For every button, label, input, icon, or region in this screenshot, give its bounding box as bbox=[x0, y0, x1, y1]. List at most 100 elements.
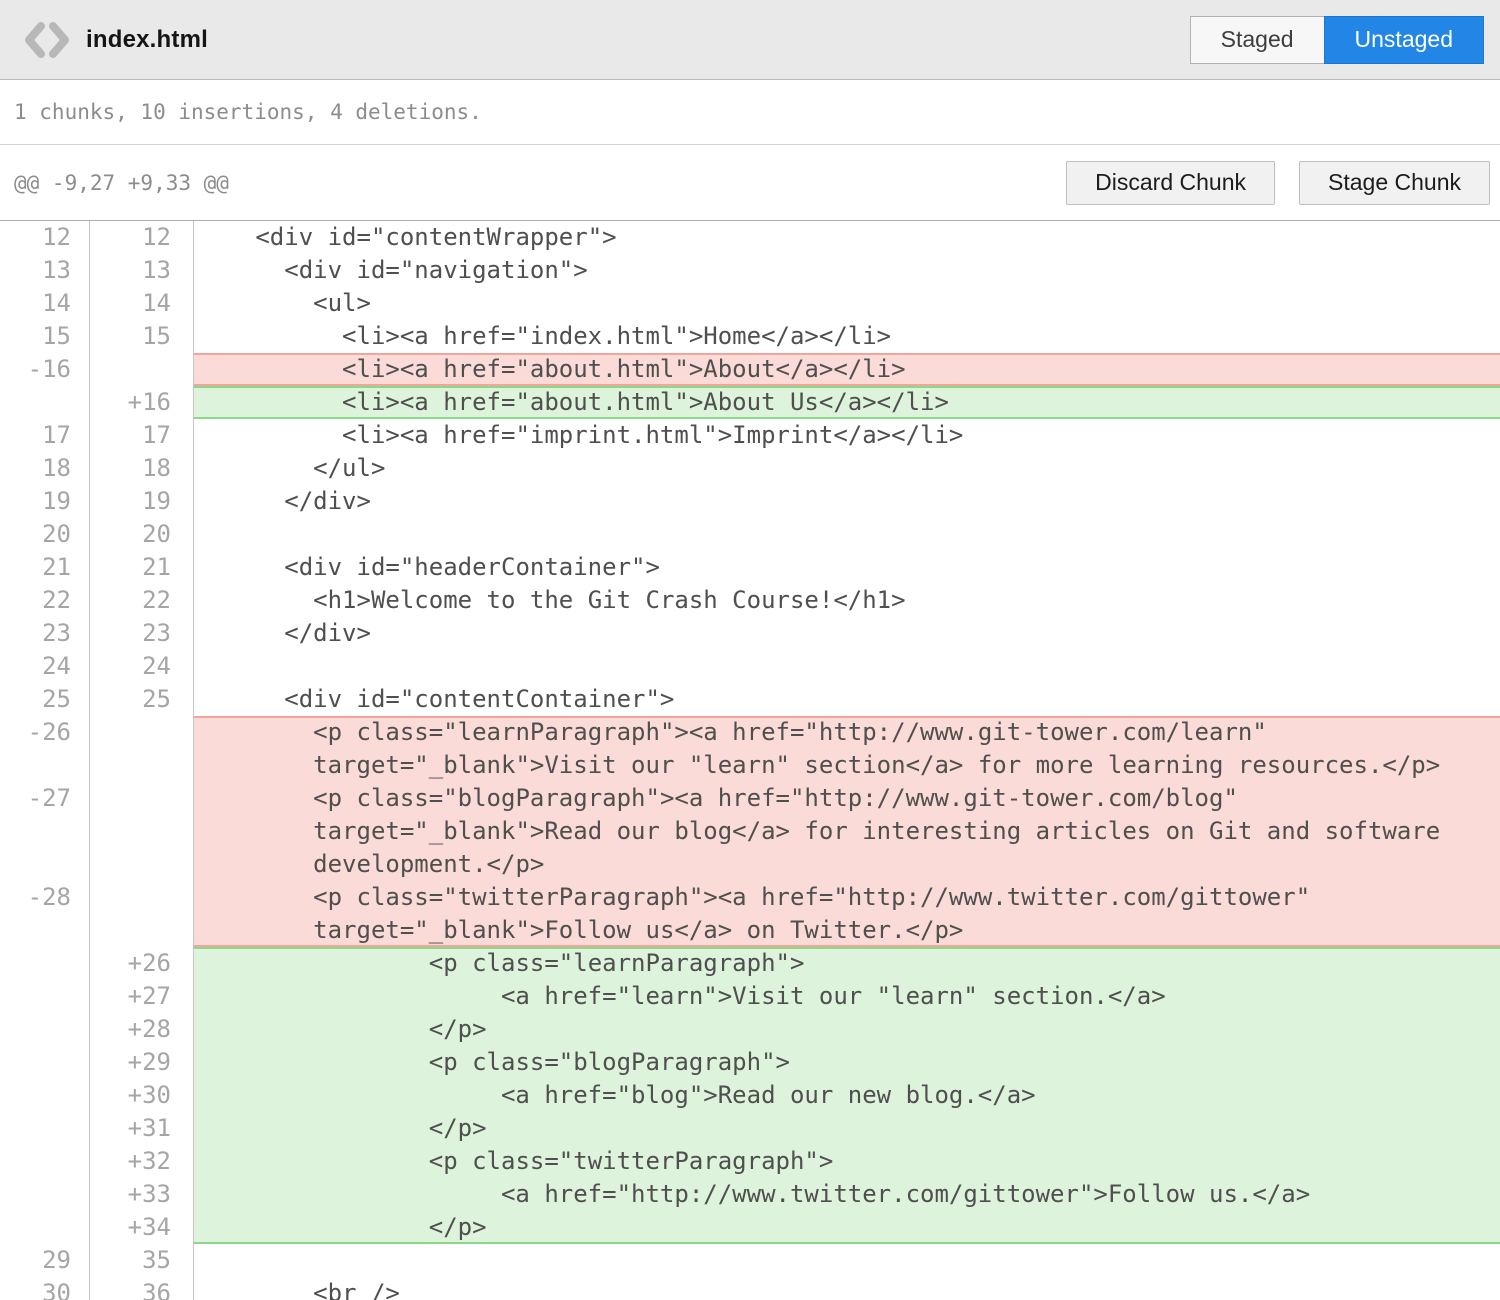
code-line: <p class="twitterParagraph"> bbox=[194, 1145, 1500, 1178]
code-line: <a href="learn">Visit our "learn" sectio… bbox=[194, 980, 1500, 1013]
new-line-number: 23 bbox=[90, 617, 194, 650]
diff-row[interactable]: 15 15 <li><a href="index.html">Home</a><… bbox=[0, 320, 1500, 353]
code-line: <p class="blogParagraph"><a href="http:/… bbox=[194, 782, 1500, 881]
diff-row[interactable]: 18 18 </ul> bbox=[0, 452, 1500, 485]
diff-row[interactable]: +27 <a href="learn">Visit our "learn" se… bbox=[0, 980, 1500, 1013]
old-line-number: 14 bbox=[0, 287, 90, 320]
diff-row[interactable]: +26 <p class="learnParagraph"> bbox=[0, 947, 1500, 980]
code-line bbox=[194, 1244, 1500, 1277]
diff-row[interactable]: -28 <p class="twitterParagraph"><a href=… bbox=[0, 881, 1500, 947]
diff-row[interactable]: +33 <a href="http://www.twitter.com/gitt… bbox=[0, 1178, 1500, 1211]
old-line-number: 18 bbox=[0, 452, 90, 485]
diff-row[interactable]: -27 <p class="blogParagraph"><a href="ht… bbox=[0, 782, 1500, 881]
diff-row[interactable]: -26 <p class="learnParagraph"><a href="h… bbox=[0, 716, 1500, 782]
new-line-number: 19 bbox=[90, 485, 194, 518]
diff-row[interactable]: 20 20 bbox=[0, 518, 1500, 551]
old-line-number: 30 bbox=[0, 1277, 90, 1300]
code-line: </p> bbox=[194, 1013, 1500, 1046]
code-line: <p class="learnParagraph"><a href="http:… bbox=[194, 716, 1500, 782]
old-line-number: 12 bbox=[0, 221, 90, 254]
tab-staged[interactable]: Staged bbox=[1190, 16, 1324, 64]
diff-row[interactable]: 24 24 bbox=[0, 650, 1500, 683]
chunk-header: @@ -9,27 +9,33 @@ Discard Chunk Stage Ch… bbox=[0, 145, 1500, 221]
diff-row[interactable]: +16 <li><a href="about.html">About Us</a… bbox=[0, 386, 1500, 419]
file-header: index.html Staged Unstaged bbox=[0, 0, 1500, 80]
new-line-number bbox=[90, 881, 194, 947]
new-line-number: 22 bbox=[90, 584, 194, 617]
code-line: <a href="http://www.twitter.com/gittower… bbox=[194, 1178, 1500, 1211]
diff-row[interactable]: 21 21 <div id="headerContainer"> bbox=[0, 551, 1500, 584]
diff-row[interactable]: 12 12 <div id="contentWrapper"> bbox=[0, 221, 1500, 254]
code-line: <p class="twitterParagraph"><a href="htt… bbox=[194, 881, 1500, 947]
code-line: <div id="headerContainer"> bbox=[194, 551, 1500, 584]
new-line-number: 25 bbox=[90, 683, 194, 716]
new-line-number: 20 bbox=[90, 518, 194, 551]
diff-row[interactable]: 19 19 </div> bbox=[0, 485, 1500, 518]
diff-row[interactable]: +31 </p> bbox=[0, 1112, 1500, 1145]
old-line-number bbox=[0, 1046, 90, 1079]
new-line-number: 13 bbox=[90, 254, 194, 287]
old-line-number bbox=[0, 1013, 90, 1046]
diff-row[interactable]: +29 <p class="blogParagraph"> bbox=[0, 1046, 1500, 1079]
new-line-number: +27 bbox=[90, 980, 194, 1013]
new-line-number: 14 bbox=[90, 287, 194, 320]
chunk-range-label: @@ -9,27 +9,33 @@ bbox=[14, 171, 229, 195]
new-line-number: +29 bbox=[90, 1046, 194, 1079]
new-line-number: +26 bbox=[90, 947, 194, 980]
old-line-number: 29 bbox=[0, 1244, 90, 1277]
diff-row[interactable]: 13 13 <div id="navigation"> bbox=[0, 254, 1500, 287]
old-line-number bbox=[0, 980, 90, 1013]
code-line: <br /> bbox=[194, 1277, 1500, 1300]
old-line-number bbox=[0, 1178, 90, 1211]
code-line: <li><a href="about.html">About Us</a></l… bbox=[194, 386, 1500, 419]
code-line: <li><a href="imprint.html">Imprint</a></… bbox=[194, 419, 1500, 452]
new-line-number: +32 bbox=[90, 1145, 194, 1178]
code-line: <a href="blog">Read our new blog.</a> bbox=[194, 1079, 1500, 1112]
old-line-number: 25 bbox=[0, 683, 90, 716]
code-line: <p class="learnParagraph"> bbox=[194, 947, 1500, 980]
old-line-number: -28 bbox=[0, 881, 90, 947]
diff-row[interactable]: +32 <p class="twitterParagraph"> bbox=[0, 1145, 1500, 1178]
old-line-number: 21 bbox=[0, 551, 90, 584]
old-line-number bbox=[0, 1211, 90, 1244]
new-line-number: +34 bbox=[90, 1211, 194, 1244]
old-line-number bbox=[0, 386, 90, 419]
discard-chunk-button[interactable]: Discard Chunk bbox=[1066, 161, 1275, 205]
code-line: <div id="contentContainer"> bbox=[194, 683, 1500, 716]
tab-unstaged[interactable]: Unstaged bbox=[1324, 16, 1484, 64]
diff-summary-bar: 1 chunks, 10 insertions, 4 deletions. bbox=[0, 80, 1500, 145]
code-line: </div> bbox=[194, 617, 1500, 650]
new-line-number bbox=[90, 716, 194, 782]
old-line-number bbox=[0, 1079, 90, 1112]
code-line bbox=[194, 650, 1500, 683]
new-line-number bbox=[90, 782, 194, 881]
diff-row[interactable]: 23 23 </div> bbox=[0, 617, 1500, 650]
old-line-number bbox=[0, 947, 90, 980]
code-icon bbox=[24, 20, 70, 60]
old-line-number: 17 bbox=[0, 419, 90, 452]
diff-row[interactable]: 30 36 <br /> bbox=[0, 1277, 1500, 1300]
new-line-number: +31 bbox=[90, 1112, 194, 1145]
diff-row[interactable]: 14 14 <ul> bbox=[0, 287, 1500, 320]
stage-chunk-button[interactable]: Stage Chunk bbox=[1299, 161, 1490, 205]
diff-row[interactable]: +30 <a href="blog">Read our new blog.</a… bbox=[0, 1079, 1500, 1112]
diff-row[interactable]: 22 22 <h1>Welcome to the Git Crash Cours… bbox=[0, 584, 1500, 617]
diff-row[interactable]: 25 25 <div id="contentContainer"> bbox=[0, 683, 1500, 716]
code-line bbox=[194, 518, 1500, 551]
code-line: <li><a href="index.html">Home</a></li> bbox=[194, 320, 1500, 353]
diff-row[interactable]: 29 35 bbox=[0, 1244, 1500, 1277]
new-line-number: 12 bbox=[90, 221, 194, 254]
old-line-number bbox=[0, 1112, 90, 1145]
old-line-number: 19 bbox=[0, 485, 90, 518]
old-line-number: 15 bbox=[0, 320, 90, 353]
new-line-number: 18 bbox=[90, 452, 194, 485]
diff-row[interactable]: +34 </p> bbox=[0, 1211, 1500, 1244]
old-line-number: 13 bbox=[0, 254, 90, 287]
diff-row[interactable]: -16 <li><a href="about.html">About</a></… bbox=[0, 353, 1500, 386]
diff-row[interactable]: +28 </p> bbox=[0, 1013, 1500, 1046]
code-line: </p> bbox=[194, 1112, 1500, 1145]
diff-table: 12 12 <div id="contentWrapper"> 13 13 <d… bbox=[0, 221, 1500, 1300]
old-line-number: 22 bbox=[0, 584, 90, 617]
new-line-number: 15 bbox=[90, 320, 194, 353]
diff-row[interactable]: 17 17 <li><a href="imprint.html">Imprint… bbox=[0, 419, 1500, 452]
